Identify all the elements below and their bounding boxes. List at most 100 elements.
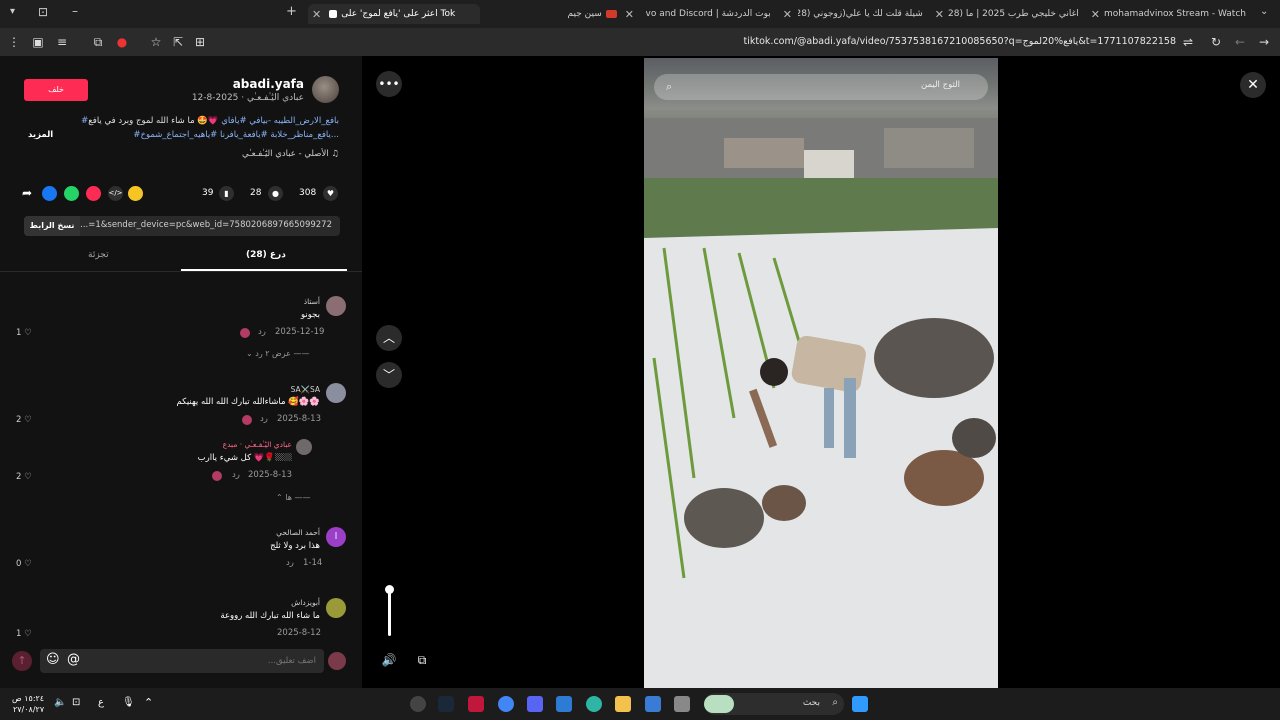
reply-link[interactable]: رد — [260, 414, 268, 424]
comment-like[interactable]: 2 ♡ — [16, 472, 32, 482]
address-bar[interactable]: tiktok.com/@abadi.yafa/video/75375381672… — [744, 36, 1176, 47]
tab-creator-videos[interactable]: تجزئة — [88, 250, 109, 260]
facebook-icon[interactable] — [42, 186, 57, 201]
mention-icon[interactable]: @ — [67, 652, 80, 667]
tab-tiktok-search[interactable]: ✕ اعثر على 'يافع لموج' على Tok — [308, 4, 480, 24]
tab-youtube-shela[interactable]: (28) شيلة قلت لك يا علي(زوجوني ✕ — [798, 4, 948, 24]
tray-overflow-icon[interactable]: ⌃ — [144, 696, 153, 709]
reload-icon[interactable]: ↻ — [1208, 34, 1224, 50]
minimize-icon[interactable]: – — [72, 4, 78, 18]
send-arrow-icon[interactable]: ↑ — [12, 651, 32, 671]
comment-icon[interactable]: ● — [268, 186, 283, 201]
more-link[interactable]: المزيد — [28, 130, 53, 140]
share-arrow-icon[interactable]: ➦ — [22, 186, 32, 200]
embed-icon[interactable]: </> — [108, 186, 123, 201]
reply-link[interactable]: رد — [286, 558, 294, 568]
close-icon[interactable]: ✕ — [783, 8, 792, 21]
emoji-repost-icon[interactable] — [128, 186, 143, 201]
obs-icon[interactable] — [410, 696, 426, 712]
new-tab-plus-icon[interactable]: + — [286, 4, 297, 19]
comment-avatar[interactable]: ا — [326, 527, 346, 547]
comment-author[interactable]: SA⚔️SA — [291, 385, 320, 394]
close-viewer-button[interactable]: ✕ — [1240, 72, 1266, 98]
share-icon[interactable]: ⇱ — [170, 34, 186, 50]
close-icon[interactable]: ✕ — [935, 8, 944, 21]
video-player[interactable]: ⌕ الثوج اليمن — [644, 58, 998, 688]
puzzle-icon[interactable]: ⧉ — [90, 34, 106, 50]
reply-link[interactable]: رد — [258, 327, 266, 337]
comment-avatar[interactable] — [326, 383, 346, 403]
heart-icon[interactable]: ♥ — [323, 186, 338, 201]
author-username[interactable]: abadi.yafa — [233, 77, 304, 91]
tab-actions-icon[interactable]: ▾ — [10, 6, 15, 17]
microphone-tray-icon[interactable]: 🎙 — [122, 697, 135, 708]
close-icon[interactable]: ✕ — [312, 8, 321, 21]
close-icon[interactable]: ✕ — [1091, 8, 1100, 21]
bookmark-icon[interactable]: ▮ — [219, 186, 234, 201]
volume-slider[interactable] — [388, 588, 391, 636]
comment-author[interactable]: أبويزداش — [291, 598, 320, 607]
volume-tray-icon[interactable]: 🔈 — [54, 697, 66, 708]
tab-sin-jim[interactable]: سين جيم ✕ — [468, 4, 638, 24]
comment-like[interactable]: 2 ♡ — [16, 415, 32, 425]
discord-icon[interactable] — [527, 696, 543, 712]
comment-author[interactable]: أحمد الصالحي — [276, 528, 320, 537]
back-button[interactable]: خلف — [24, 79, 88, 101]
volume-slider-handle[interactable] — [385, 585, 394, 594]
chrome-icon[interactable] — [498, 696, 514, 712]
app-window-icon[interactable] — [674, 696, 690, 712]
sound-info[interactable]: الأصلي - عبادي اليَٰـٰفـعـٰي ♫ — [242, 149, 339, 159]
forward-icon[interactable]: ← — [1232, 34, 1248, 50]
comment-author[interactable]: أستاذ — [304, 297, 320, 306]
search-icon[interactable]: ⌕ — [666, 80, 672, 94]
taskbar-search[interactable]: ⌕ بحث — [704, 693, 844, 715]
tab-discord-bot[interactable]: rovo and Discord | بوت الدردشة ✕ — [646, 4, 796, 24]
copy-link-button[interactable]: نسخ الرابط — [24, 216, 80, 236]
reply-author[interactable]: عبادي اليَٰـٰفـعـٰي · مبدع — [223, 440, 292, 449]
tab-youtube-songs[interactable]: (28) اغاني خليجي طرب 2025 | ما ✕ — [948, 4, 1104, 24]
steam-icon[interactable] — [438, 696, 454, 712]
comment-avatar[interactable] — [326, 296, 346, 316]
start-icon[interactable] — [852, 696, 868, 712]
system-clock[interactable]: ١٥:٢٤ ص ٢٧/٠٨/٢٧ — [12, 693, 44, 715]
author-avatar[interactable] — [312, 76, 339, 103]
file-explorer-icon[interactable] — [615, 696, 631, 712]
emoji-icon[interactable]: ☺ — [46, 652, 60, 667]
language-indicator[interactable]: ع — [98, 697, 104, 708]
previous-video-button[interactable]: ︿ — [376, 325, 402, 351]
share-link-text[interactable]: ...=1&sender_device=pc&web_id=7580206897… — [80, 220, 332, 230]
my-avatar[interactable] — [328, 652, 346, 670]
hashtags[interactable]: #يافع_مناظر_خلابة #يافعة_يافرنا #ياهيه_ا… — [133, 130, 339, 140]
star-icon[interactable]: ☆ — [148, 34, 164, 50]
app-a-icon[interactable] — [468, 696, 484, 712]
playlist-icon[interactable]: ≡ — [54, 34, 70, 50]
edge-icon[interactable] — [586, 696, 602, 712]
comment-like[interactable]: 0 ♡ — [16, 559, 32, 569]
site-settings-icon[interactable]: ⇌ — [1180, 34, 1196, 50]
store-icon[interactable] — [556, 696, 572, 712]
telegram-icon[interactable] — [86, 186, 101, 201]
cast-icon[interactable]: ⊞ — [192, 34, 208, 50]
volume-icon[interactable]: 🔊 — [376, 647, 402, 673]
picture-in-picture-icon[interactable]: ⧉ — [409, 647, 435, 673]
menu-dots-icon[interactable]: ⋮ — [6, 34, 22, 50]
tab-comments[interactable]: درع (28) — [246, 250, 286, 260]
tab-search-icon[interactable]: ⌄ — [1260, 6, 1268, 17]
hide-replies-link[interactable]: ⌃ ها —— — [276, 493, 310, 502]
reply-link[interactable]: رد — [232, 470, 240, 480]
record-icon[interactable]: ● — [114, 34, 130, 50]
comment-like[interactable]: 1 ♡ — [16, 629, 32, 639]
reply-avatar[interactable] — [296, 439, 312, 455]
more-options-icon[interactable]: ••• — [376, 71, 402, 97]
network-tray-icon[interactable]: ⊡ — [72, 697, 80, 708]
comment-input[interactable] — [40, 649, 324, 673]
back-icon[interactable]: → — [1256, 34, 1272, 50]
comment-like[interactable]: 1 ♡ — [16, 328, 32, 338]
view-replies-link[interactable]: ⌄ عرض ٢ رد —— — [246, 349, 309, 358]
extension-icon[interactable]: ▣ — [30, 34, 46, 50]
new-tab-button[interactable]: ⊡ — [38, 5, 48, 19]
capcut-icon[interactable] — [645, 696, 661, 712]
whatsapp-icon[interactable] — [64, 186, 79, 201]
tab-kick-stream[interactable]: mohamadvinox Stream - Watch — [1104, 4, 1254, 24]
video-search-text[interactable]: الثوج اليمن — [921, 80, 960, 90]
